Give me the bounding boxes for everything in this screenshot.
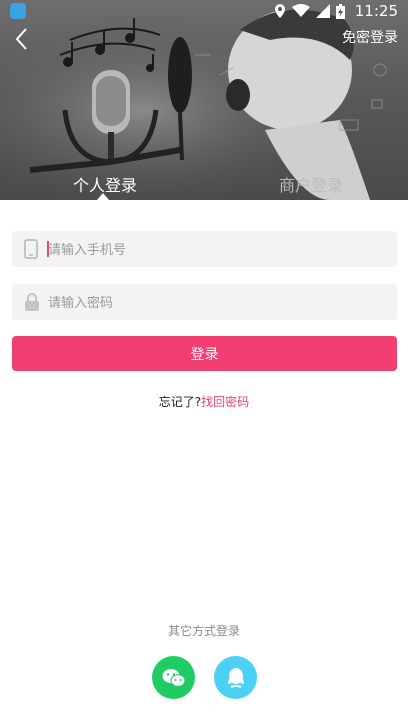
free-login-button[interactable]: 免密登录 xyxy=(342,27,398,47)
signal-icon xyxy=(315,4,330,18)
app-notification-icon xyxy=(10,3,26,19)
status-icons: 11:25 xyxy=(274,2,398,20)
location-icon xyxy=(274,4,285,18)
phone-field[interactable] xyxy=(12,231,397,269)
forgot-password: 忘记了?找回密码 xyxy=(0,393,408,410)
login-button[interactable]: 登录 xyxy=(12,336,397,371)
recover-password-link[interactable]: 找回密码 xyxy=(201,395,249,409)
lock-icon xyxy=(25,293,39,311)
wechat-login-button[interactable] xyxy=(152,656,195,699)
header-banner: 11:25 免密登录 个人登录 商户登录 xyxy=(0,0,408,200)
status-time: 11:25 xyxy=(354,2,398,20)
tab-merchant-login[interactable]: 商户登录 xyxy=(279,172,343,196)
text-cursor xyxy=(47,241,49,257)
tab-indicator xyxy=(97,193,109,200)
password-field[interactable] xyxy=(12,284,397,322)
status-bar: 11:25 xyxy=(0,0,408,24)
phone-icon xyxy=(24,239,38,259)
qq-login-button[interactable] xyxy=(214,656,257,699)
qq-icon xyxy=(227,667,244,688)
wifi-icon xyxy=(291,4,310,17)
back-arrow-icon[interactable] xyxy=(10,26,36,52)
wechat-icon xyxy=(162,668,185,687)
phone-input[interactable] xyxy=(46,231,390,269)
forgot-prefix: 忘记了? xyxy=(158,395,202,409)
password-input[interactable] xyxy=(46,284,390,322)
other-login-title: 其它方式登录 xyxy=(167,624,240,638)
battery-icon xyxy=(335,3,345,19)
